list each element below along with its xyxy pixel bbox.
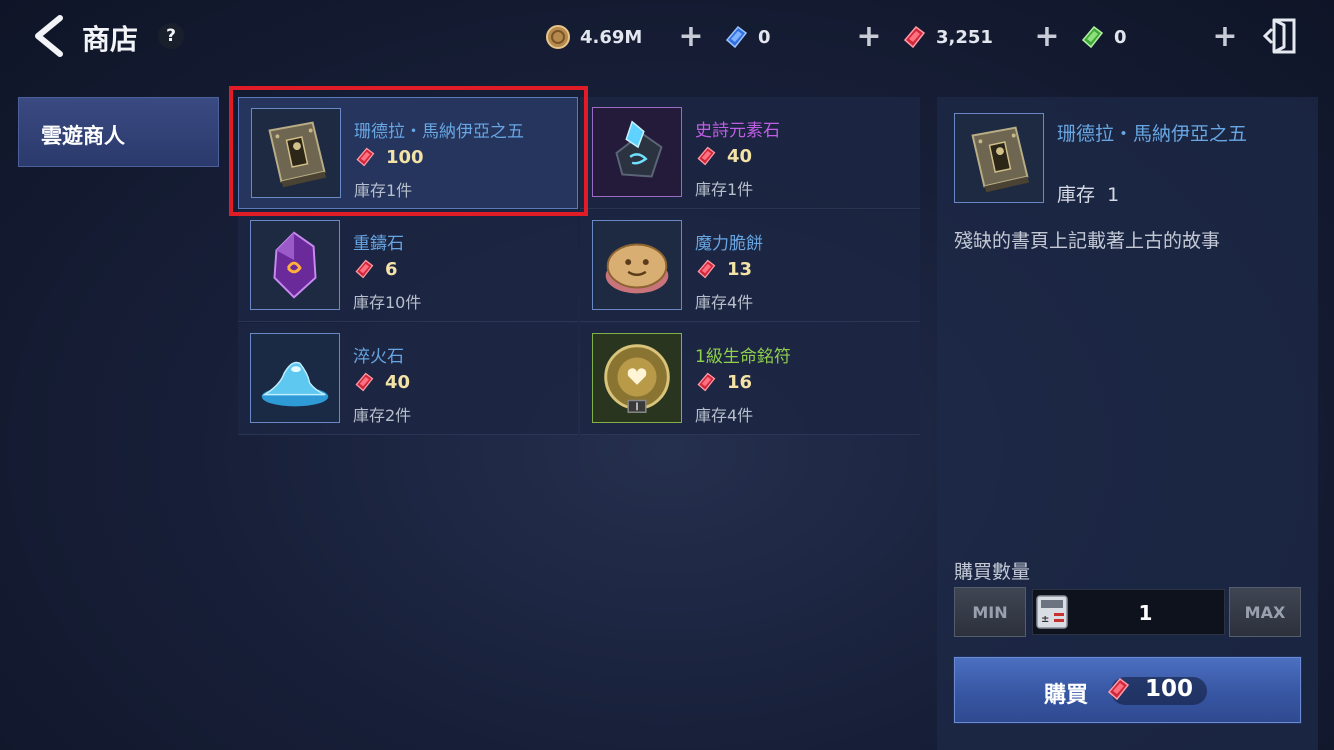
red-diamond-icon: [697, 259, 716, 279]
ancient-book-icon: [955, 114, 1043, 202]
buy-price-value: 100: [1145, 676, 1194, 702]
add-blue-diamond-button[interactable]: +: [856, 22, 882, 52]
gold-coin-icon: [546, 25, 570, 49]
gold-amount: 4.69M: [580, 27, 643, 48]
item-stock: 庫存10件: [353, 293, 422, 312]
quantity-label: 購買數量: [954, 561, 1031, 583]
item-stock: 庫存4件: [695, 406, 754, 425]
chevron-left-icon: [35, 15, 63, 57]
item-thumbnail: [250, 333, 340, 423]
item-thumbnail: [592, 220, 682, 310]
quantity-input[interactable]: [1073, 590, 1218, 636]
red-diamond-icon: [356, 147, 375, 167]
item-name: 淬火石: [353, 347, 404, 367]
item-price-value: 16: [727, 372, 753, 393]
detail-thumbnail: [954, 113, 1044, 203]
recast-stone-icon: [251, 221, 339, 309]
add-gold-button[interactable]: +: [678, 22, 704, 52]
item-name: 魔力脆餅: [695, 234, 763, 254]
page-title: 商店: [82, 23, 139, 56]
quantity-stepper: MIN ± MAX: [954, 587, 1301, 637]
item-price-value: 40: [727, 146, 753, 167]
item-price-value: 13: [727, 259, 753, 280]
item-name: 1級生命銘符: [695, 347, 791, 367]
svg-text:±: ±: [1041, 614, 1049, 625]
red-diamond-icon: [355, 259, 374, 279]
blue-diamond-icon: [725, 25, 748, 49]
item-price-value: 6: [385, 259, 398, 280]
red-diamond-icon: [903, 25, 926, 49]
detail-item-name: 珊德拉・馬納伊亞之五: [1057, 123, 1248, 145]
item-stock: 庫存1件: [354, 181, 413, 200]
item-stock: 庫存1件: [695, 180, 754, 199]
red-diamond-icon: [1107, 677, 1130, 701]
exit-button[interactable]: [1262, 16, 1298, 56]
category-wandering-merchant[interactable]: 雲遊商人: [18, 97, 219, 167]
item-price-value: 40: [385, 372, 411, 393]
buy-button-label: 購買: [1044, 683, 1089, 708]
item-card[interactable]: 珊德拉・馬納伊亞之五 100 庫存1件: [238, 97, 578, 209]
item-name: 史詩元素石: [695, 121, 780, 141]
green-diamond-icon: [1081, 25, 1104, 49]
max-quantity-button[interactable]: MAX: [1229, 587, 1301, 637]
help-button[interactable]: ?: [158, 23, 184, 49]
calculator-icon[interactable]: ±: [1036, 595, 1068, 629]
item-stock: 庫存2件: [353, 406, 412, 425]
quantity-field: ±: [1032, 589, 1225, 636]
item-thumbnail: [251, 108, 341, 198]
red-diamond-icon: [697, 372, 716, 392]
item-price-value: 100: [386, 147, 424, 168]
life-rune-icon: [593, 334, 681, 422]
red-diamond-icon: [697, 146, 716, 166]
item-grid: 珊德拉・馬納伊亞之五 100 庫存1件 史詩元素石 40 庫存1件 重鑄石 6 …: [238, 97, 920, 435]
detail-description: 殘缺的書頁上記載著上古的故事: [954, 230, 1221, 252]
item-card[interactable]: 淬火石 40 庫存2件: [238, 323, 578, 435]
detail-stock-value: 1: [1107, 184, 1120, 206]
top-bar: 商店 ? 4.69M + 0 + 3,251 + 0 +: [0, 0, 1334, 76]
buy-button[interactable]: 購買 100: [954, 657, 1301, 723]
exit-door-icon: [1262, 18, 1296, 54]
item-card[interactable]: 魔力脆餅 13 庫存4件: [580, 210, 920, 322]
blue-diamond-amount: 0: [758, 27, 771, 48]
item-thumbnail: [592, 107, 682, 197]
detail-stock: 庫存 1: [1057, 180, 1119, 207]
green-diamond-amount: 0: [1114, 27, 1127, 48]
red-diamond-amount: 3,251: [936, 27, 993, 48]
item-card[interactable]: 史詩元素石 40 庫存1件: [580, 97, 920, 209]
item-card[interactable]: 1級生命銘符 16 庫存4件: [580, 323, 920, 435]
item-thumbnail: [250, 220, 340, 310]
min-quantity-button[interactable]: MIN: [954, 587, 1026, 637]
add-green-diamond-button[interactable]: +: [1212, 22, 1238, 52]
item-name: 重鑄石: [353, 234, 404, 254]
back-button[interactable]: [30, 14, 70, 58]
detail-stock-label: 庫存: [1057, 184, 1096, 206]
item-stock: 庫存4件: [695, 293, 754, 312]
red-diamond-icon: [355, 372, 374, 392]
add-red-diamond-button[interactable]: +: [1034, 22, 1060, 52]
ancient-book-icon: [252, 109, 340, 197]
quench-stone-icon: [251, 334, 339, 422]
item-card[interactable]: 重鑄石 6 庫存10件: [238, 210, 578, 322]
item-thumbnail: [592, 333, 682, 423]
item-detail-panel: 珊德拉・馬納伊亞之五 庫存 1 殘缺的書頁上記載著上古的故事 購買數量 MIN …: [937, 97, 1318, 750]
item-name: 珊德拉・馬納伊亞之五: [354, 122, 524, 142]
element-stone-icon: [593, 108, 681, 196]
magic-biscuit-icon: [593, 221, 681, 309]
